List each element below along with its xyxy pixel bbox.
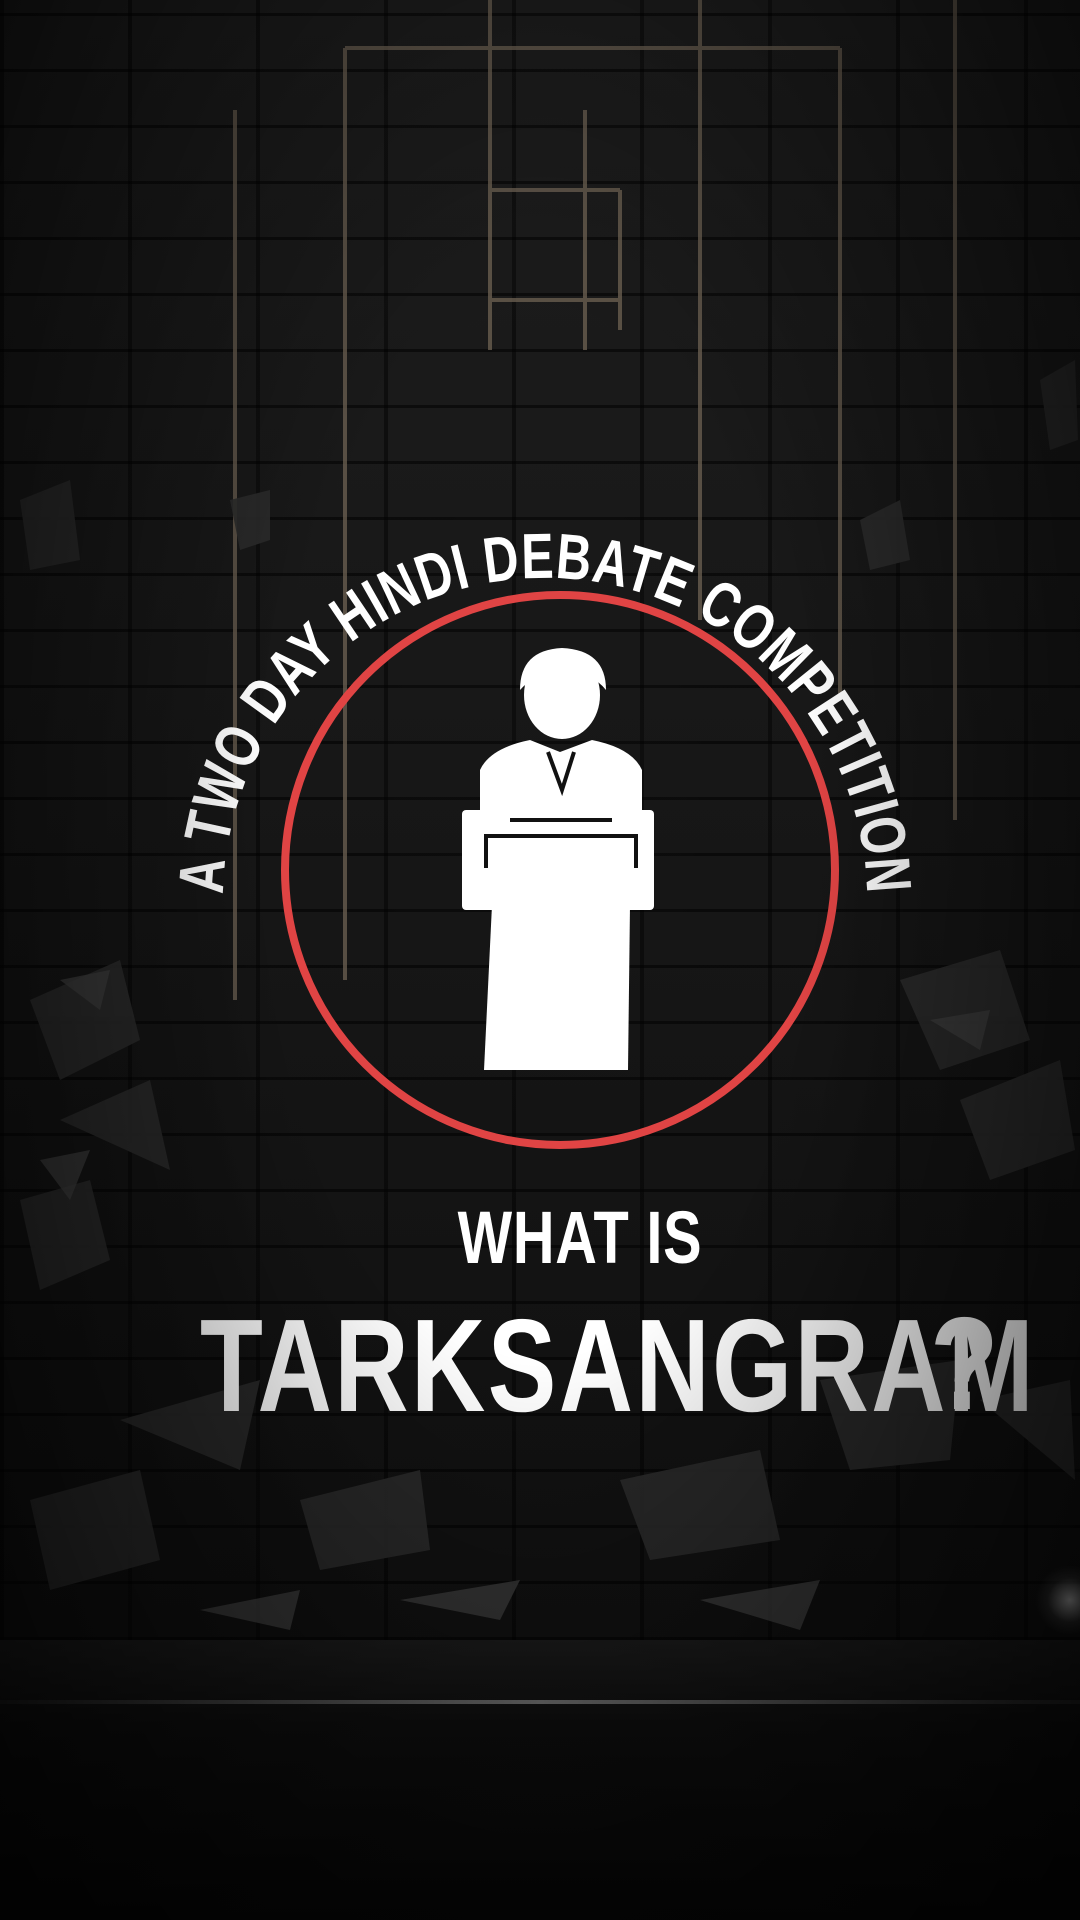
poster: A TWO DAY HINDI DEBATE COMPETITION WHAT … [0,0,1080,1920]
kicker-text: WHAT IS [457,1196,703,1279]
question-mark: ? [930,1290,999,1437]
title-line: TARKSANGRAM [200,1290,1034,1440]
debate-emblem: A TWO DAY HINDI DEBATE COMPETITION [165,520,924,1149]
speaker-at-podium-icon [462,648,654,1070]
event-title: TARKSANGRAM [200,1292,1037,1439]
